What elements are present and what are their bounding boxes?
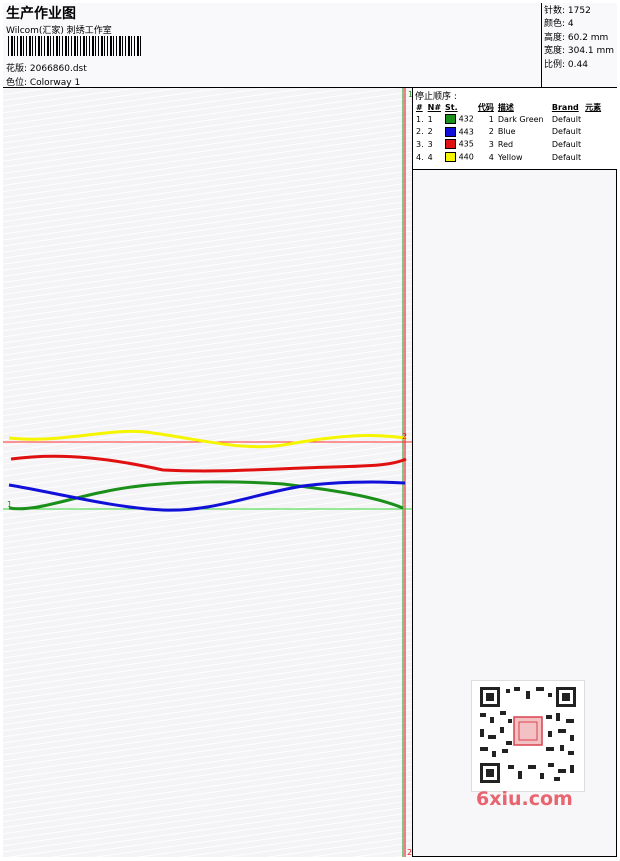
- row-index: 1.: [416, 114, 424, 124]
- row-index: 4.: [416, 152, 424, 162]
- row-element: [583, 113, 603, 126]
- row-element: [583, 138, 603, 151]
- qr-code-icon: [480, 687, 576, 783]
- row-needle: 4: [427, 152, 433, 162]
- row-code: 1: [488, 114, 494, 124]
- col-brand: Brand: [551, 102, 579, 112]
- marker-left-green: 1: [7, 500, 12, 509]
- studio-subtitle: Wilcom(汇家) 刺绣工作室: [6, 26, 112, 36]
- col-code: 代码: [477, 102, 494, 112]
- row-stitch-code: 440: [458, 152, 474, 162]
- colorway-label: 色位: Colorway 1: [6, 78, 81, 88]
- col-element: 元素: [585, 102, 602, 112]
- row-stitch-code: 443: [458, 127, 474, 137]
- stamp-seal: [513, 716, 543, 746]
- color-table-header: # N# St. 代码 描述 Brand 元素: [414, 101, 603, 113]
- row-stitch: 435: [443, 138, 476, 151]
- design-file-label: 花版: 2066860.dst: [6, 64, 87, 74]
- page-title: 生产作业图: [6, 6, 76, 22]
- row-needle: 1: [427, 114, 433, 124]
- row-description: Blue: [497, 127, 516, 137]
- color-swatch-yellow: [445, 152, 457, 163]
- qr-code-watermark: [471, 680, 585, 792]
- row-code: 4: [488, 152, 494, 162]
- row-brand: Default: [551, 127, 582, 137]
- row-element: [583, 126, 603, 139]
- table-row: 2. 2 443 2 Blue Default: [414, 126, 603, 139]
- table-row: 4. 4 440 4 Yellow Default: [414, 151, 603, 164]
- table-row: 1. 1 432 1 Dark Green Default: [414, 113, 603, 126]
- marker-red-guide: 2: [402, 432, 407, 441]
- row-brand: Default: [551, 139, 582, 149]
- color-count: 颜色: 4: [544, 19, 574, 30]
- color-swatch-red: [445, 139, 457, 150]
- marker-bottom-right: 2: [407, 848, 412, 857]
- red-stitch-line: [10, 454, 407, 473]
- row-stitch-code: 432: [458, 114, 474, 124]
- col-stitch: St.: [445, 102, 458, 112]
- table-row: 3. 3 435 3 Red Default: [414, 138, 603, 151]
- row-stitch: 432: [443, 113, 476, 126]
- row-description: Red: [497, 139, 514, 149]
- embroidery-canvas: 1 2 1 2: [3, 88, 412, 857]
- row-index: 3.: [416, 139, 424, 149]
- col-description: 描述: [497, 102, 514, 112]
- yellow-stitch-line: [8, 429, 406, 449]
- scale-value: 比例: 0.44: [544, 59, 588, 70]
- blue-stitch-line: [8, 480, 406, 512]
- color-swatch-green: [445, 114, 457, 125]
- row-stitch: 443: [443, 126, 476, 139]
- design-preview: 1 2 1 2: [3, 88, 413, 857]
- stitch-count: 针数: 1752: [544, 6, 591, 16]
- barcode: [8, 36, 142, 56]
- row-code: 2: [488, 127, 494, 137]
- site-watermark: 6xiu.com: [476, 788, 573, 810]
- row-needle: 2: [427, 127, 433, 137]
- row-index: 2.: [416, 127, 424, 137]
- stop-sequence-panel: 停止顺序 : # N# St. 代码 描述 Brand 元素 1. 1 432 …: [413, 88, 617, 170]
- color-table: # N# St. 代码 描述 Brand 元素 1. 1 432 1 Dark …: [414, 101, 603, 163]
- row-needle: 3: [427, 139, 433, 149]
- design-width: 宽度: 304.1 mm: [544, 46, 615, 57]
- row-brand: Default: [551, 152, 582, 162]
- design-height: 高度: 60.2 mm: [544, 32, 609, 43]
- stats-panel: 针数: 1752 颜色: 4 高度: 60.2 mm 宽度: 304.1 mm …: [541, 3, 617, 88]
- row-element: [583, 151, 603, 164]
- row-brand: Default: [551, 114, 582, 124]
- row-code: 3: [488, 139, 494, 149]
- row-stitch-code: 435: [458, 139, 474, 149]
- row-description: Dark Green: [497, 114, 544, 124]
- row-stitch: 440: [443, 151, 476, 164]
- col-needle: N#: [427, 102, 442, 112]
- row-description: Yellow: [497, 152, 523, 162]
- col-index: #: [416, 102, 423, 112]
- color-swatch-blue: [445, 126, 457, 137]
